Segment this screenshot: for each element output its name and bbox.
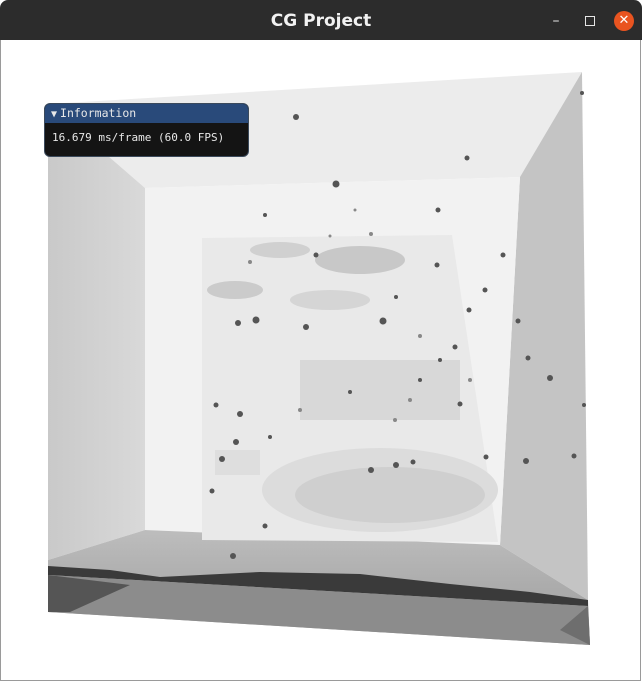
- app-window: CG Project – ✕ ▼ Information 16.679 ms/f…: [0, 0, 642, 682]
- maximize-button[interactable]: [580, 11, 600, 31]
- collapse-arrow-icon[interactable]: ▼: [51, 109, 57, 120]
- minimize-button[interactable]: –: [546, 11, 566, 31]
- maximize-icon: [585, 16, 595, 26]
- information-panel-header[interactable]: ▼ Information: [45, 104, 248, 123]
- information-panel-title: Information: [60, 106, 137, 120]
- information-panel[interactable]: ▼ Information 16.679 ms/frame (60.0 FPS): [44, 103, 249, 157]
- close-button[interactable]: ✕: [614, 11, 634, 31]
- title-bar[interactable]: CG Project – ✕: [0, 0, 642, 40]
- frame-time-text: 16.679 ms/frame (60.0 FPS): [52, 131, 225, 144]
